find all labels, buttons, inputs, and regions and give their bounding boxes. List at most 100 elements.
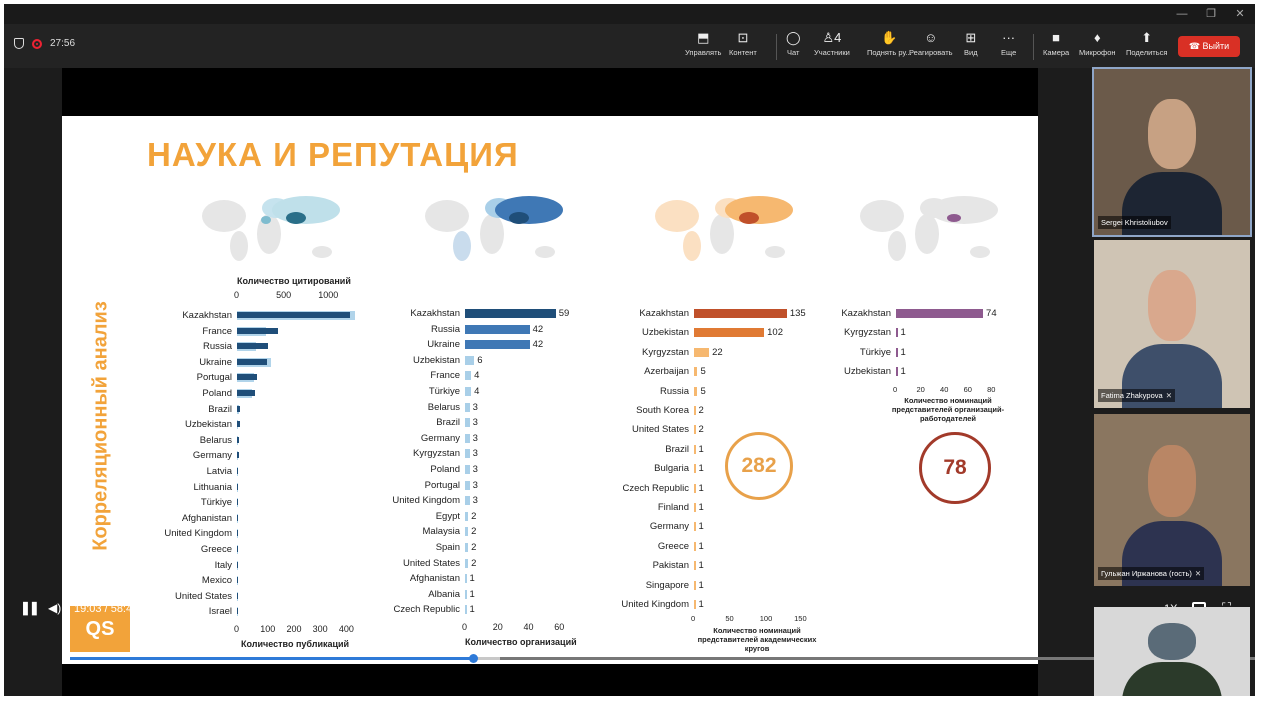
bar bbox=[694, 406, 696, 415]
bar bbox=[465, 387, 472, 396]
bar-row: Greece 1 bbox=[658, 541, 804, 553]
axis-tick: 40 bbox=[940, 384, 949, 394]
bar bbox=[237, 577, 238, 584]
chat-button[interactable]: ◯ Чат bbox=[786, 30, 801, 58]
bar bbox=[694, 425, 696, 435]
bar-row: Uzbekistan bbox=[185, 419, 355, 431]
view-button[interactable]: ⊞ Вид bbox=[964, 30, 978, 58]
camera-button[interactable]: ■ Камера bbox=[1043, 31, 1070, 58]
screen-icon: ⬒ bbox=[697, 30, 710, 45]
participant-tile[interactable]: Sergei Khristoliubov bbox=[1092, 67, 1252, 237]
category-label: Türkiye bbox=[428, 386, 460, 397]
category-label: Uzbekistan bbox=[413, 354, 460, 366]
category-label: Kyrgyzstan bbox=[844, 327, 891, 339]
category-label: Germany bbox=[649, 521, 689, 533]
seek-handle[interactable] bbox=[468, 654, 478, 663]
bar bbox=[694, 541, 696, 551]
shield-icon bbox=[14, 38, 24, 49]
manage-button[interactable]: ⬒ Управлять bbox=[685, 30, 721, 58]
bar bbox=[694, 309, 787, 318]
bar bbox=[694, 444, 696, 454]
bar-row: Lithuania bbox=[193, 482, 355, 494]
bar-row: Spain 2 bbox=[436, 542, 565, 554]
value-label: 59 bbox=[558, 308, 570, 319]
volume-icon[interactable]: ◀) bbox=[48, 601, 61, 615]
category-label: Russia bbox=[430, 323, 460, 335]
category-label: Italy bbox=[214, 559, 232, 571]
bar-row: Portugal 3 bbox=[425, 479, 565, 492]
bar bbox=[237, 530, 238, 537]
category-label: United Kingdom bbox=[392, 495, 460, 507]
category-label: Belarus bbox=[199, 434, 232, 446]
participant-tile[interactable]: Fatima Zhakypova ✕ bbox=[1094, 240, 1250, 408]
person-head bbox=[1148, 98, 1196, 169]
bar bbox=[465, 558, 469, 568]
bar-row: Russia 5 bbox=[660, 385, 804, 398]
bar-row: Kyrgyzstan 22 bbox=[642, 347, 804, 359]
value-label: 3 bbox=[472, 448, 478, 460]
minimize-button[interactable]: — bbox=[1171, 6, 1193, 22]
more-button[interactable]: ··· Еще bbox=[1001, 31, 1016, 58]
category-label: Spain bbox=[435, 542, 460, 553]
microphone-label: Микрофон bbox=[1079, 48, 1116, 57]
restore-button[interactable]: ❐ bbox=[1200, 6, 1222, 22]
raise-hand-button[interactable]: ✋ Поднять ру... bbox=[867, 31, 912, 58]
leave-button[interactable]: ☎ Выйти bbox=[1178, 36, 1240, 57]
value-label: 2 bbox=[471, 526, 477, 538]
category-label: Türkiye bbox=[200, 497, 232, 509]
meeting-window: — ❐ ✕ 27:56 ⬒ Управлять ⊡ Контент ◯ Чат ♙4 Учас… bbox=[4, 4, 1255, 696]
bar bbox=[896, 328, 898, 338]
grid-icon: ⊞ bbox=[965, 30, 977, 45]
bar-row: Mexico bbox=[202, 575, 355, 587]
bar bbox=[694, 367, 698, 377]
category-label: Belarus bbox=[427, 401, 460, 413]
participant-tile[interactable]: Гульжан Иржанова (гость) ✕ bbox=[1094, 414, 1250, 586]
bar bbox=[465, 543, 469, 552]
value-label: 5 bbox=[700, 366, 706, 378]
bar bbox=[237, 327, 278, 334]
category-label: Poland bbox=[202, 388, 232, 399]
category-label: Malaysia bbox=[422, 526, 461, 538]
axis-tick: 0 bbox=[893, 384, 898, 394]
bar-row: United Kingdom bbox=[164, 528, 355, 540]
bar-row: Belarus bbox=[200, 435, 355, 447]
person-body bbox=[1122, 662, 1222, 696]
category-label: Greece bbox=[200, 544, 232, 555]
content-button[interactable]: ⊡ Контент bbox=[729, 31, 757, 58]
participants-button[interactable]: ♙4 Участники bbox=[814, 31, 850, 58]
participant-name-text: Sergei Khristoliubov bbox=[1101, 218, 1168, 227]
bar-row: Latvia bbox=[207, 466, 355, 478]
react-button[interactable]: ☺ Реагировать bbox=[909, 31, 953, 58]
value-label: 2 bbox=[471, 510, 477, 522]
category-label: Afghanistan bbox=[409, 573, 460, 585]
bar-row: Türkiye bbox=[201, 497, 355, 509]
value-label: 1 bbox=[900, 366, 906, 378]
value-label: 42 bbox=[532, 339, 544, 351]
category-label: Portugal bbox=[424, 479, 460, 491]
bar-row: Ukraine bbox=[199, 357, 355, 369]
value-label: 135 bbox=[789, 308, 806, 319]
microphone-button[interactable]: ♦ Микрофон bbox=[1079, 31, 1116, 58]
value-label: 5 bbox=[700, 385, 706, 397]
bar bbox=[896, 367, 898, 377]
participant-tile[interactable] bbox=[1094, 607, 1250, 696]
participant-name-text: Гульжан Иржанова (гость) bbox=[1101, 569, 1192, 578]
person-head bbox=[1148, 623, 1196, 661]
close-window-button[interactable]: ✕ bbox=[1229, 6, 1251, 22]
pause-icon[interactable]: ❚❚ bbox=[20, 600, 40, 616]
leave-label: Выйти bbox=[1202, 41, 1230, 51]
seek-bar[interactable] bbox=[62, 654, 1255, 663]
toolbar-divider bbox=[776, 34, 777, 60]
world-map-citations bbox=[202, 196, 340, 261]
camera-label: Камера bbox=[1043, 48, 1070, 57]
value-label: 3 bbox=[472, 479, 478, 491]
bar-row: Poland 3 bbox=[430, 464, 565, 476]
participant-name: Sergei Khristoliubov bbox=[1098, 216, 1171, 229]
category-label: Pakistan bbox=[652, 560, 689, 572]
share-button[interactable]: ⬆ Поделиться bbox=[1126, 31, 1167, 58]
progress-fill bbox=[70, 657, 473, 660]
value-label: 102 bbox=[767, 327, 783, 339]
value-label: 2 bbox=[471, 542, 477, 553]
bar bbox=[465, 340, 530, 350]
chat-icon: ◯ bbox=[786, 30, 801, 45]
